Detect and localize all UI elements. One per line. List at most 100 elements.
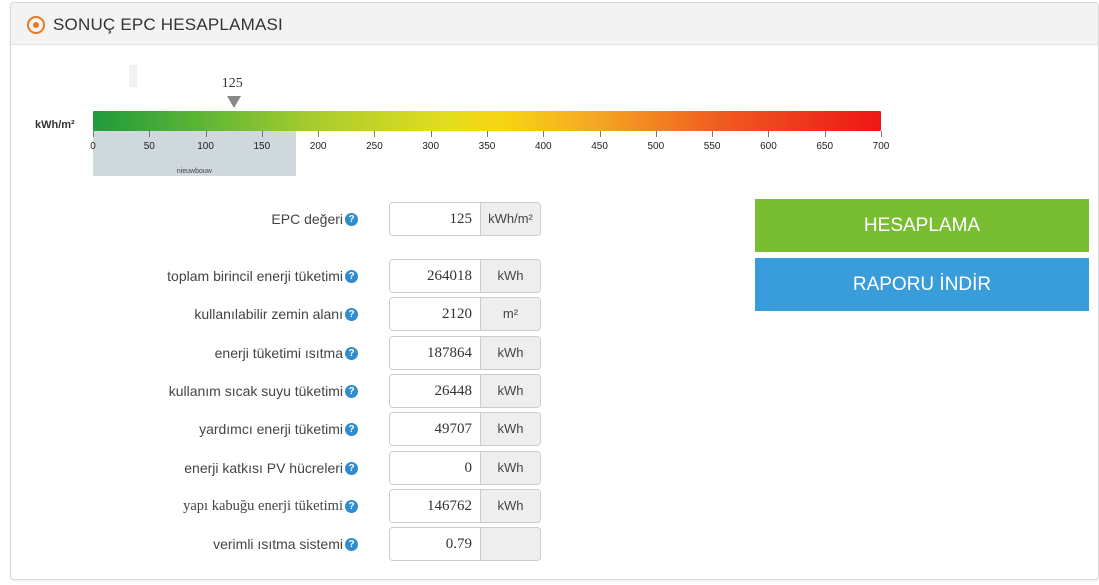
panel-title: SONUÇ EPC HESAPLAMASI (53, 15, 283, 34)
scale-tick-label: 600 (760, 141, 777, 152)
result-row: kullanılabilir zemin alanı? 2120 m² (11, 297, 551, 331)
row-unit: kWh (480, 375, 540, 407)
row-label-text: toplam birincil enerji tüketimi (167, 268, 343, 284)
scale-tick-mark (824, 131, 826, 137)
scale-tick-mark (261, 131, 263, 137)
row-unit: m² (480, 298, 540, 330)
row-label: enerji tüketimi ısıtma? (215, 345, 358, 361)
row-label: yapı kabuğu enerji tüketimi? (183, 498, 358, 515)
result-row: verimli ısıtma sistemi? 0.79 (11, 527, 551, 561)
row-input-group: 0 kWh (389, 451, 541, 485)
epc-row: EPC değeri ? 125 kWh/m² (11, 202, 551, 236)
row-value-field[interactable]: 2120 (390, 298, 480, 330)
scale-unit-label: kWh/m² (35, 119, 75, 131)
scale-tick-mark (149, 131, 151, 137)
row-unit: kWh (480, 260, 540, 292)
result-row: enerji tüketimi ısıtma? 187864 kWh (11, 336, 551, 370)
scale-tick-mark (768, 131, 770, 137)
scale-marker-value: 125 (221, 76, 243, 91)
row-label-text: yapı kabuğu enerji tüketimi (183, 498, 343, 514)
epc-scale-bar (93, 111, 881, 131)
help-icon[interactable]: ? (345, 500, 358, 513)
result-row: enerji katkısı PV hücreleri? 0 kWh (11, 451, 551, 485)
scale-tick-label: 500 (647, 141, 665, 152)
scale-tick-mark (599, 131, 601, 137)
epc-input-group: 125 kWh/m² (389, 202, 541, 236)
row-label-text: yardımcı enerji tüketimi (199, 421, 343, 437)
row-label: kullanım sıcak suyu tüketimi? (169, 383, 358, 399)
row-label: kullanılabilir zemin alanı? (194, 306, 358, 322)
scale-tick-mark (205, 131, 207, 137)
scale-tick-label: 300 (422, 141, 440, 152)
row-unit (480, 528, 540, 560)
scale-tick-mark (374, 131, 376, 137)
scale-tick-mark (712, 131, 714, 137)
scale-tick-label: 700 (872, 141, 890, 152)
row-unit: kWh (480, 413, 540, 445)
row-value-field[interactable]: 0.79 (390, 528, 480, 560)
scale-tick-label: 400 (534, 141, 552, 152)
row-input-group: 187864 kWh (389, 336, 541, 370)
panel-header: SONUÇ EPC HESAPLAMASI (11, 3, 1098, 45)
row-label-text: enerji katkısı PV hücreleri (184, 460, 343, 476)
help-icon[interactable]: ? (345, 346, 358, 360)
row-unit: kWh (480, 452, 540, 484)
scale-tick-mark (318, 131, 320, 137)
scale-tick-mark (430, 131, 432, 137)
scale-tick-label: 350 (478, 141, 496, 152)
decorative-box (129, 65, 137, 87)
help-icon[interactable]: ? (345, 269, 358, 283)
result-row: yardımcı enerji tüketimi? 49707 kWh (11, 412, 551, 446)
help-icon[interactable]: ? (345, 212, 358, 226)
help-icon[interactable]: ? (345, 307, 358, 321)
row-label: enerji katkısı PV hücreleri? (184, 460, 358, 476)
help-icon[interactable]: ? (345, 461, 358, 475)
row-unit: kWh (480, 337, 540, 369)
result-panel: SONUÇ EPC HESAPLAMASI 125 kWh/m² nieuwbo… (10, 2, 1099, 580)
scale-tick-label: 550 (703, 141, 721, 152)
epc-unit: kWh/m² (480, 203, 540, 235)
row-value-field[interactable]: 187864 (390, 337, 480, 369)
row-input-group: 264018 kWh (389, 259, 541, 293)
radio-target-icon (27, 16, 45, 34)
result-row: toplam birincil enerji tüketimi? 264018 kW… (11, 259, 551, 293)
scale-marker-arrow-icon (226, 96, 241, 108)
row-unit: kWh (480, 490, 540, 522)
row-input-group: 146762 kWh (389, 489, 541, 523)
row-input-group: 2120 m² (389, 297, 541, 331)
download-report-button[interactable]: RAPORU İNDİR (755, 258, 1089, 311)
row-value-field[interactable]: 264018 (390, 260, 480, 292)
scale-tick-mark (881, 131, 882, 137)
row-label-text: kullanılabilir zemin alanı (194, 306, 343, 322)
scale-tick-mark (487, 131, 488, 137)
row-label: yardımcı enerji tüketimi? (199, 421, 358, 437)
nieuwbouw-zone: nieuwbouw (93, 131, 296, 176)
scale-tick-label: 650 (816, 141, 834, 152)
scale-tick-label: 50 (143, 141, 155, 152)
scale-tick-mark (655, 131, 657, 137)
row-label: toplam birincil enerji tüketimi? (167, 268, 358, 284)
scale-tick-label: 100 (197, 141, 214, 152)
row-label-text: verimli ısıtma sistemi (213, 536, 343, 552)
scale-tick-mark (543, 131, 545, 137)
scale-tick-label: 150 (253, 141, 271, 152)
help-icon[interactable]: ? (345, 384, 358, 398)
result-row: yapı kabuğu enerji tüketimi? 146762 kWh (11, 489, 551, 523)
row-value-field[interactable]: 0 (390, 452, 480, 484)
row-input-group: 49707 kWh (389, 412, 541, 446)
row-value-field[interactable]: 26448 (390, 375, 480, 407)
scale-tick-label: 450 (591, 141, 608, 152)
calculate-button[interactable]: HESAPLAMA (755, 199, 1089, 252)
row-input-group: 26448 kWh (389, 374, 541, 408)
row-value-field[interactable]: 49707 (390, 413, 480, 445)
row-label-text: kullanım sıcak suyu tüketimi (168, 383, 343, 399)
help-icon[interactable]: ? (345, 537, 358, 551)
row-label-text: enerji tüketimi ısıtma (214, 345, 343, 361)
row-input-group: 0.79 (389, 527, 541, 561)
scale-tick-label: 0 (90, 141, 96, 152)
epc-label-text: EPC değeri (271, 211, 343, 227)
help-icon[interactable]: ? (345, 422, 358, 436)
row-value-field[interactable]: 146762 (390, 490, 480, 522)
row-label: verimli ısıtma sistemi? (213, 536, 358, 552)
epc-value-field[interactable]: 125 (390, 203, 480, 235)
